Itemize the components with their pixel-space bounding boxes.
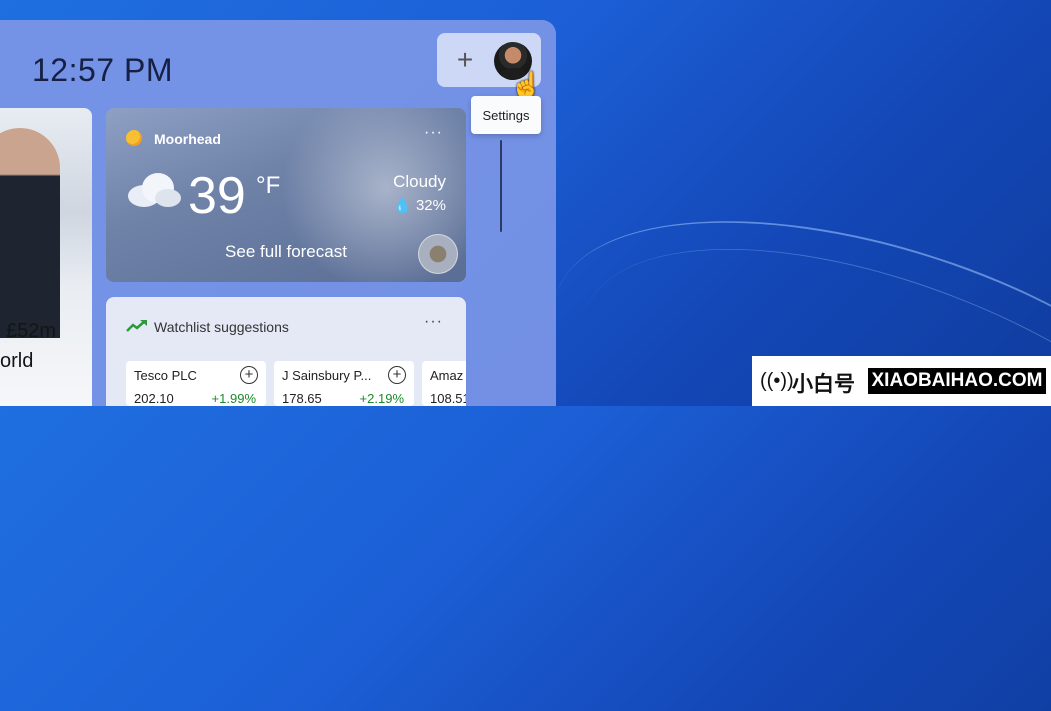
weather-location-icon bbox=[126, 130, 142, 146]
stock-price: 108.51 bbox=[430, 391, 466, 406]
brand-en: XIAOBAIHAO.COM bbox=[868, 368, 1046, 394]
stock-card[interactable]: Amaz 108.51 bbox=[422, 361, 466, 406]
site-watermark-logo: ((•)) 小白号 XIAOBAIHAO.COM bbox=[752, 356, 1051, 406]
watchlist-more-button[interactable]: ··· bbox=[424, 313, 443, 331]
news-headline: orld bbox=[0, 350, 34, 372]
stock-name: Amaz bbox=[430, 368, 464, 383]
settings-tooltip: Settings bbox=[471, 96, 541, 134]
stock-card[interactable]: Tesco PLC + 202.10 +1.99% bbox=[126, 361, 266, 406]
news-headline: £52m bbox=[6, 320, 57, 342]
cloud-icon bbox=[128, 173, 181, 207]
weather-more-button[interactable]: ··· bbox=[424, 124, 443, 142]
clock-time: 12:57 PM bbox=[32, 52, 173, 88]
weather-camera-thumbnail[interactable] bbox=[418, 234, 458, 274]
see-full-forecast-link[interactable]: See full forecast bbox=[106, 242, 466, 262]
brand-cn: 小白号 bbox=[792, 373, 855, 396]
weather-temperature: 39 bbox=[188, 167, 246, 225]
stock-card[interactable]: J Sainsbury P... + 178.65 +2.19% bbox=[274, 361, 414, 406]
weather-condition: Cloudy bbox=[393, 172, 446, 191]
weather-humidity: 💧 32% bbox=[393, 197, 446, 214]
stock-name: Tesco PLC bbox=[134, 368, 197, 383]
weather-location: Moorhead bbox=[154, 131, 221, 147]
broadcast-icon: ((•)) bbox=[760, 370, 794, 392]
news-photo bbox=[0, 128, 60, 338]
weather-widget[interactable]: Moorhead ··· 39 °F Cloudy 💧 32% See full… bbox=[106, 108, 466, 282]
stock-change: +2.19% bbox=[359, 391, 404, 406]
trending-up-icon bbox=[126, 320, 147, 332]
stock-price: 178.65 bbox=[282, 391, 322, 406]
weather-unit: °F bbox=[256, 172, 281, 199]
add-widget-button[interactable]: + bbox=[444, 40, 486, 80]
watchlist-title: Watchlist suggestions bbox=[154, 319, 289, 335]
news-card[interactable]: £52m orld bbox=[0, 108, 92, 406]
stock-price: 202.10 bbox=[134, 391, 174, 406]
add-stock-button[interactable]: + bbox=[240, 366, 258, 384]
watchlist-widget[interactable]: Watchlist suggestions ··· Tesco PLC + 20… bbox=[106, 297, 466, 406]
add-stock-button[interactable]: + bbox=[388, 366, 406, 384]
stock-name: J Sainsbury P... bbox=[282, 368, 372, 383]
scrollbar[interactable] bbox=[500, 140, 502, 232]
stock-change: +1.99% bbox=[211, 391, 256, 406]
